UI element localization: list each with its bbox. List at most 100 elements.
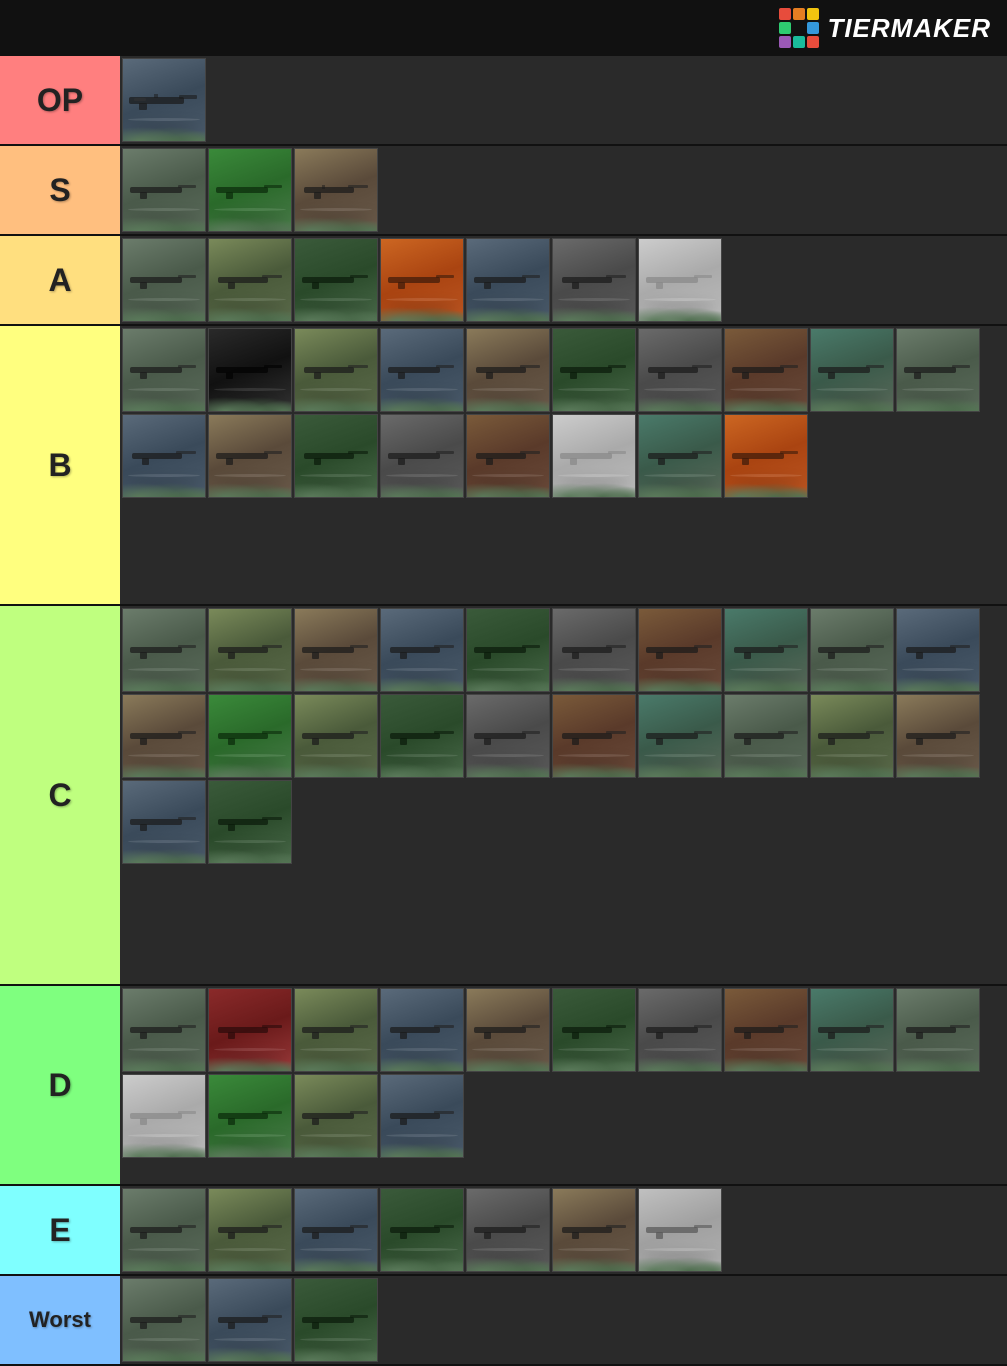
item-card[interactable] (208, 148, 292, 232)
gun-icon (474, 270, 542, 290)
gun-icon (646, 1020, 714, 1040)
item-card[interactable] (638, 608, 722, 692)
item-card[interactable] (294, 238, 378, 322)
gun-icon (474, 360, 542, 380)
item-card[interactable] (724, 414, 808, 498)
item-card[interactable] (294, 414, 378, 498)
item-card[interactable] (294, 988, 378, 1072)
item-card[interactable] (466, 238, 550, 322)
item-card[interactable] (294, 694, 378, 778)
gun-icon (216, 360, 284, 380)
item-card[interactable] (208, 1074, 292, 1158)
item-card[interactable] (380, 694, 464, 778)
gun-icon (388, 1220, 456, 1240)
tier-row-s: S (0, 146, 1007, 236)
gun-icon (560, 640, 628, 660)
item-card[interactable] (552, 608, 636, 692)
gun-icon (216, 1220, 284, 1240)
item-card[interactable] (122, 1278, 206, 1362)
item-card[interactable] (380, 1188, 464, 1272)
item-card[interactable] (896, 608, 980, 692)
item-card[interactable] (294, 148, 378, 232)
tier-label-c: C (0, 606, 120, 984)
item-card[interactable] (294, 328, 378, 412)
item-card[interactable] (122, 58, 206, 142)
item-card[interactable] (724, 608, 808, 692)
item-card[interactable] (380, 414, 464, 498)
item-card[interactable] (724, 694, 808, 778)
item-card[interactable] (466, 608, 550, 692)
logo-cell (793, 8, 805, 20)
gun-icon (130, 640, 198, 660)
gun-icon (560, 1020, 628, 1040)
item-card[interactable] (552, 328, 636, 412)
item-card[interactable] (122, 148, 206, 232)
item-card[interactable] (208, 988, 292, 1072)
gun-icon (474, 1220, 542, 1240)
tier-items-e (120, 1186, 1007, 1274)
item-card[interactable] (122, 1074, 206, 1158)
item-card[interactable] (122, 328, 206, 412)
tier-list: OP S A (0, 56, 1007, 1366)
gun-icon (130, 180, 198, 200)
item-card[interactable] (208, 608, 292, 692)
item-card[interactable] (552, 414, 636, 498)
gun-icon (302, 640, 370, 660)
item-card[interactable] (294, 1074, 378, 1158)
gun-icon (130, 1310, 198, 1330)
item-card[interactable] (466, 988, 550, 1072)
item-card[interactable] (208, 238, 292, 322)
item-card[interactable] (122, 1188, 206, 1272)
gun-icon (646, 270, 714, 290)
item-card[interactable] (208, 694, 292, 778)
gun-icon (130, 360, 198, 380)
item-card[interactable] (552, 988, 636, 1072)
item-card[interactable] (208, 780, 292, 864)
gun-icon (388, 726, 456, 746)
item-card[interactable] (810, 328, 894, 412)
gun-icon (388, 360, 456, 380)
item-card[interactable] (208, 1188, 292, 1272)
item-card[interactable] (638, 238, 722, 322)
item-card[interactable] (208, 414, 292, 498)
item-card[interactable] (724, 988, 808, 1072)
item-card[interactable] (810, 988, 894, 1072)
gun-icon (732, 446, 800, 466)
item-card[interactable] (466, 1188, 550, 1272)
item-card[interactable] (724, 328, 808, 412)
item-card[interactable] (122, 238, 206, 322)
item-card[interactable] (294, 1188, 378, 1272)
item-card[interactable] (466, 694, 550, 778)
item-card[interactable] (638, 1188, 722, 1272)
item-card[interactable] (810, 608, 894, 692)
gun-icon (474, 446, 542, 466)
item-card[interactable] (122, 608, 206, 692)
item-card[interactable] (466, 414, 550, 498)
item-card[interactable] (552, 238, 636, 322)
item-card[interactable] (896, 694, 980, 778)
item-card[interactable] (638, 328, 722, 412)
item-card[interactable] (122, 780, 206, 864)
item-card[interactable] (380, 1074, 464, 1158)
item-card[interactable] (380, 328, 464, 412)
item-card[interactable] (552, 694, 636, 778)
item-card[interactable] (122, 694, 206, 778)
item-card[interactable] (638, 414, 722, 498)
item-card[interactable] (122, 414, 206, 498)
item-card[interactable] (380, 238, 464, 322)
item-card[interactable] (294, 1278, 378, 1362)
item-card[interactable] (896, 988, 980, 1072)
item-card[interactable] (380, 988, 464, 1072)
item-card[interactable] (638, 694, 722, 778)
item-card[interactable] (208, 1278, 292, 1362)
item-card[interactable] (380, 608, 464, 692)
item-card[interactable] (294, 608, 378, 692)
item-card[interactable] (552, 1188, 636, 1272)
item-card[interactable] (638, 988, 722, 1072)
item-card[interactable] (810, 694, 894, 778)
item-card[interactable] (466, 328, 550, 412)
item-card[interactable] (208, 328, 292, 412)
item-card[interactable] (896, 328, 980, 412)
tier-label-d: D (0, 986, 120, 1184)
item-card[interactable] (122, 988, 206, 1072)
